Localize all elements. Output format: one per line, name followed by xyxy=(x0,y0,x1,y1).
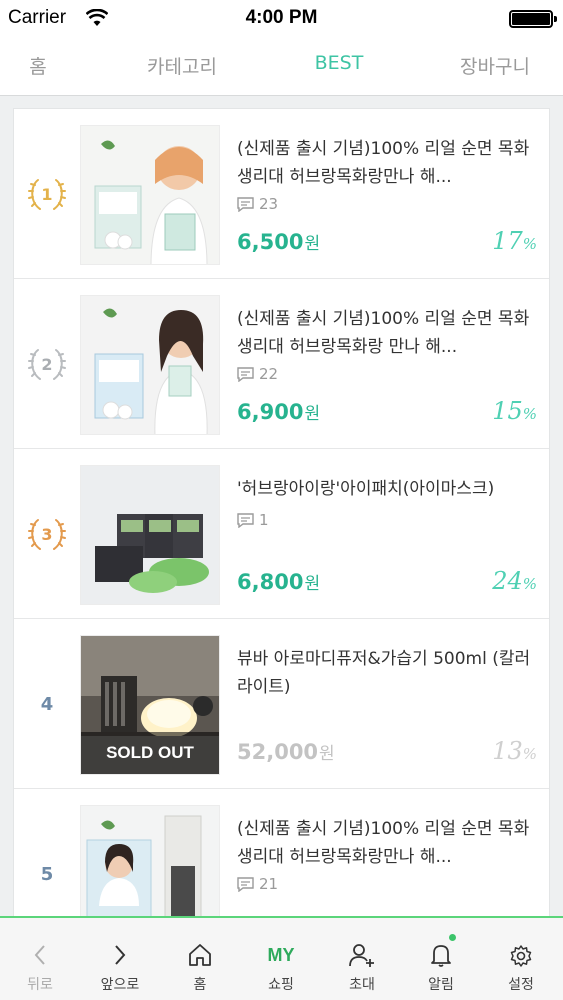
percent-unit: % xyxy=(522,405,537,423)
discount-value: 15 xyxy=(492,397,523,425)
comment-icon xyxy=(237,366,254,382)
discount-rate: 17% xyxy=(492,227,537,255)
currency-label: 원 xyxy=(304,574,321,594)
comment-count: 22 xyxy=(237,365,278,383)
rank-number: 4 xyxy=(40,693,54,715)
my-shopping-button[interactable]: MY 쇼핑 xyxy=(248,918,314,1000)
discount-rate: 13% xyxy=(492,737,537,765)
percent-unit: % xyxy=(522,745,537,763)
forward-chevron-icon xyxy=(115,945,126,965)
list-item[interactable]: 1 (신제품 출시 기념)100% 리얼 순면 목화 생리대 허브랑목화랑만나 … xyxy=(14,109,549,279)
nav-label: 초대 xyxy=(349,977,375,993)
price: 6,500원 xyxy=(237,229,320,254)
comment-count-value: 22 xyxy=(259,365,279,383)
nav-label: 앞으로 xyxy=(100,977,140,993)
price: 6,900원 xyxy=(237,399,320,424)
price-value: 52,000 xyxy=(237,740,319,764)
bronze-medal-icon: 3 xyxy=(24,511,70,557)
list-item[interactable]: 5 (신제품 출시 기념)100% 리얼 순면 목화 생리대 허브랑목화랑만나 … xyxy=(14,789,549,922)
bottom-nav-bar: 뒤로 앞으로 홈 MY 쇼핑 초대 알림 설정 xyxy=(0,916,563,1000)
product-image[interactable] xyxy=(80,125,220,265)
comment-count-value: 23 xyxy=(259,195,279,213)
comment-count-value: 21 xyxy=(259,875,279,893)
gold-medal-icon: 1 xyxy=(24,171,70,217)
tab-cart[interactable]: 장바구니 xyxy=(460,52,530,79)
invite-button[interactable]: 초대 xyxy=(329,918,395,1000)
percent-unit: % xyxy=(522,235,537,253)
product-image[interactable] xyxy=(80,465,220,605)
best-product-list: 1 (신제품 출시 기념)100% 리얼 순면 목화 생리대 허브랑목화랑만나 … xyxy=(13,108,550,923)
rank-badge: 2 xyxy=(14,279,80,449)
home-icon xyxy=(189,944,211,966)
nav-label: 알림 xyxy=(428,977,454,993)
tab-best[interactable]: BEST xyxy=(315,52,364,74)
discount-rate: 24% xyxy=(492,567,537,595)
comment-count: 23 xyxy=(237,195,278,213)
rank-number: 5 xyxy=(40,863,54,885)
price-value: 6,500 xyxy=(237,230,304,254)
silver-medal-icon: 2 xyxy=(24,341,70,387)
back-chevron-icon xyxy=(34,945,45,965)
comment-icon xyxy=(237,196,254,212)
nav-label: 뒤로 xyxy=(27,977,53,993)
rank-number: 1 xyxy=(41,184,53,204)
comment-icon xyxy=(237,512,254,528)
add-person-icon xyxy=(349,944,374,967)
tab-home[interactable]: 홈 xyxy=(29,52,46,79)
comment-count-value: 1 xyxy=(259,511,269,529)
home-button[interactable]: 홈 xyxy=(167,918,233,1000)
product-title[interactable]: (신제품 출시 기념)100% 리얼 순면 목화 생리대 허브랑목화랑 만나 해… xyxy=(237,305,537,361)
product-title[interactable]: '허브랑아이랑'아이패치(아이마스크) xyxy=(237,475,537,503)
comment-icon xyxy=(237,876,254,892)
discount-value: 13 xyxy=(492,737,523,765)
price: 52,000원 xyxy=(237,739,335,764)
clock: 4:00 PM xyxy=(245,7,318,28)
discount-value: 17 xyxy=(492,227,523,255)
list-item[interactable]: 3 '허브랑아이랑'아이패치(아이마스크) 1 6,800원 24% xyxy=(14,449,549,619)
battery-icon xyxy=(509,10,557,28)
notification-button[interactable]: 알림 xyxy=(408,918,474,1000)
product-image[interactable] xyxy=(80,295,220,435)
product-title[interactable]: (신제품 출시 기념)100% 리얼 순면 목화 생리대 허브랑목화랑만나 해.… xyxy=(237,815,537,871)
rank-number: 3 xyxy=(41,524,53,544)
comment-count: 1 xyxy=(237,511,269,529)
nav-label: 홈 xyxy=(193,977,207,993)
sold-out-overlay: SOLD OUT xyxy=(81,732,219,774)
forward-button[interactable]: 앞으로 xyxy=(87,918,153,1000)
notification-dot xyxy=(449,934,456,941)
list-item[interactable]: 2 (신제품 출시 기념)100% 리얼 순면 목화 생리대 허브랑목화랑 만나… xyxy=(14,279,549,449)
status-bar: Carrier 4:00 PM xyxy=(0,0,563,38)
rank-badge: 1 xyxy=(14,109,80,279)
back-button[interactable]: 뒤로 xyxy=(7,918,73,1000)
discount-value: 24 xyxy=(492,567,523,595)
price-value: 6,900 xyxy=(237,400,304,424)
comment-count: 21 xyxy=(237,875,278,893)
rank-badge: 4 xyxy=(14,619,80,789)
list-item[interactable]: 4 SOLD OUT 뷰바 아로마디퓨저&가습기 500ml (칼러라이트) 5… xyxy=(14,619,549,789)
gear-icon xyxy=(510,945,532,967)
discount-rate: 15% xyxy=(492,397,537,425)
nav-label: 설정 xyxy=(508,977,534,993)
currency-label: 원 xyxy=(304,234,321,254)
percent-unit: % xyxy=(522,575,537,593)
currency-label: 원 xyxy=(319,744,335,764)
rank-badge: 5 xyxy=(14,789,80,922)
top-tab-bar: 홈 카테고리 BEST 장바구니 xyxy=(0,38,563,96)
price-value: 6,800 xyxy=(237,570,304,594)
currency-label: 원 xyxy=(304,404,321,424)
rank-number: 2 xyxy=(41,354,53,374)
product-image[interactable]: SOLD OUT xyxy=(80,635,220,775)
nav-label: 쇼핑 xyxy=(268,977,294,993)
bell-icon xyxy=(431,945,451,967)
price: 6,800원 xyxy=(237,569,320,594)
product-title[interactable]: 뷰바 아로마디퓨저&가습기 500ml (칼러라이트) xyxy=(237,645,537,701)
product-image[interactable] xyxy=(80,805,220,922)
my-text-icon: MY xyxy=(267,945,295,965)
settings-button[interactable]: 설정 xyxy=(488,918,554,1000)
rank-badge: 3 xyxy=(14,449,80,619)
product-title[interactable]: (신제품 출시 기념)100% 리얼 순면 목화 생리대 허브랑목화랑만나 해.… xyxy=(237,135,537,191)
tab-category[interactable]: 카테고리 xyxy=(147,52,217,79)
